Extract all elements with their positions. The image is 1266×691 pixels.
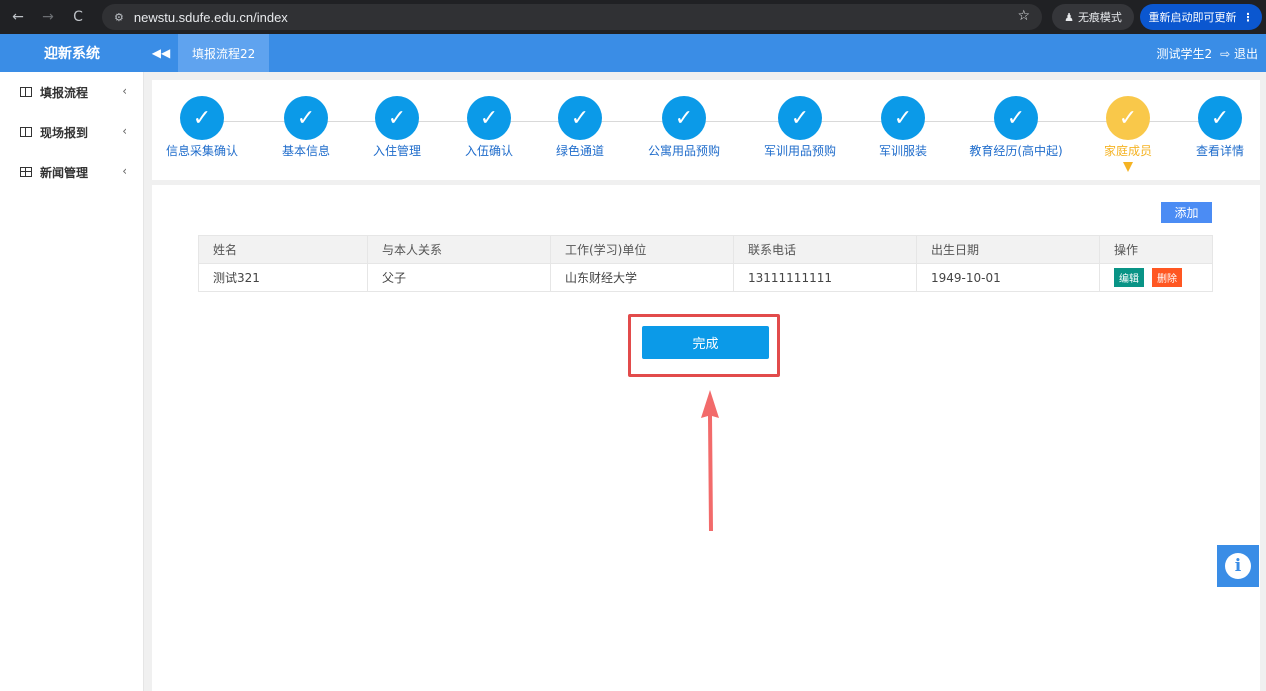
info-button[interactable]: i [1217, 545, 1259, 587]
sidebar-item-fill-process[interactable]: 填报流程 ‹ [0, 72, 143, 112]
check-icon: ✓ [467, 96, 511, 140]
reload-icon[interactable]: C [64, 3, 92, 31]
check-icon: ✓ [375, 96, 419, 140]
cell-birthdate: 1949-10-01 [916, 263, 1100, 292]
back-icon[interactable]: ← [4, 3, 32, 31]
family-table: 姓名 与本人关系 工作(学习)单位 联系电话 出生日期 操作 测试321 父子 … [198, 235, 1213, 292]
progress-steps: ✓ 信息采集确认 ✓ 基本信息 ✓ 入住管理 ✓ 入伍确认 ✓ 绿色通道 ✓ 公… [152, 80, 1260, 180]
url-text: newstu.sdufe.edu.cn/index [133, 9, 288, 25]
step-label: 入伍确认 [464, 144, 513, 158]
check-icon: ✓ [284, 96, 328, 140]
table-row: 测试321 父子 山东财经大学 13111111111 1949-10-01 编… [198, 263, 1213, 292]
check-icon: ✓ [1106, 96, 1150, 140]
edit-button[interactable]: 编辑 [1114, 268, 1144, 287]
relaunch-update-button[interactable]: 重新启动即可更新 ⋮ [1140, 4, 1262, 30]
tab-fill-process[interactable]: 填报流程22 [178, 34, 270, 72]
step-label: 绿色通道 [555, 144, 604, 158]
panel-icon [20, 127, 32, 137]
column-header: 操作 [1099, 235, 1213, 264]
sidebar-item-onsite-checkin[interactable]: 现场报到 ‹ [0, 112, 143, 152]
app-header: 迎新系统 ◀◀ 填报流程22 测试学生2 ⇨ 退出 [0, 34, 1266, 72]
cell-name: 测试321 [198, 263, 368, 292]
chevron-left-icon: ‹ [122, 84, 127, 98]
bookmark-star-icon[interactable]: ☆ [1017, 8, 1030, 24]
check-icon: ✓ [180, 96, 224, 140]
sidebar: 填报流程 ‹ 现场报到 ‹ 新闻管理 ‹ [0, 72, 144, 691]
column-header: 联系电话 [733, 235, 917, 264]
current-step-indicator [1123, 162, 1133, 172]
collapse-sidebar-icon[interactable]: ◀◀ [144, 34, 178, 72]
step-label: 教育经历(高中起) [969, 144, 1063, 158]
address-bar[interactable]: ⚙ newstu.sdufe.edu.cn/index ☆ [102, 4, 1042, 30]
step-view-details[interactable]: ✓ 查看详情 [1165, 96, 1266, 159]
logout-label: 退出 [1233, 46, 1258, 61]
more-menu-icon[interactable]: ⋮ [1243, 11, 1254, 24]
step-label: 入住管理 [372, 144, 421, 158]
logout-link[interactable]: ⇨ 退出 [1220, 45, 1258, 62]
step-education[interactable]: ✓ 教育经历(高中起) [961, 96, 1071, 159]
panel-icon [20, 87, 32, 97]
incognito-label: 无痕模式 [1077, 11, 1122, 24]
cell-relation: 父子 [367, 263, 551, 292]
incognito-icon: ♟ [1064, 10, 1074, 24]
forward-icon[interactable]: → [34, 3, 62, 31]
browser-toolbar: ← → C ⚙ newstu.sdufe.edu.cn/index ☆ ♟ 无痕… [0, 0, 1266, 34]
done-button[interactable]: 完成 [642, 326, 769, 359]
logout-icon: ⇨ [1220, 46, 1231, 61]
step-label: 信息采集确认 [165, 144, 238, 158]
check-icon: ✓ [558, 96, 602, 140]
check-icon: ✓ [881, 96, 925, 140]
check-icon: ✓ [994, 96, 1038, 140]
sidebar-item-news[interactable]: 新闻管理 ‹ [0, 152, 143, 192]
check-icon: ✓ [778, 96, 822, 140]
info-icon: i [1225, 553, 1251, 579]
column-header: 姓名 [198, 235, 368, 264]
check-icon: ✓ [662, 96, 706, 140]
step-label: 家庭成员 [1103, 144, 1152, 158]
step-label: 查看详情 [1195, 144, 1244, 158]
relaunch-label: 重新启动即可更新 [1148, 11, 1237, 24]
sidebar-item-label: 填报流程 [40, 85, 89, 100]
step-military-supplies[interactable]: ✓ 军训用品预购 [745, 96, 855, 159]
user-name[interactable]: 测试学生2 [1156, 45, 1212, 62]
cell-actions: 编辑 删除 [1099, 263, 1213, 292]
table-header-row: 姓名 与本人关系 工作(学习)单位 联系电话 出生日期 操作 [198, 235, 1213, 264]
step-label: 公寓用品预购 [647, 144, 720, 158]
step-military-uniform[interactable]: ✓ 军训服装 [848, 96, 958, 159]
brand-title: 迎新系统 [44, 46, 100, 62]
sidebar-item-label: 现场报到 [40, 125, 89, 140]
grid-icon [20, 167, 32, 177]
add-button[interactable]: 添加 [1161, 202, 1212, 223]
chevron-left-icon: ‹ [122, 164, 127, 178]
column-header: 工作(学习)单位 [550, 235, 734, 264]
incognito-indicator[interactable]: ♟ 无痕模式 [1052, 4, 1134, 30]
step-green-channel[interactable]: ✓ 绿色通道 [525, 96, 635, 159]
step-label: 军训用品预购 [763, 144, 836, 158]
step-dorm-supplies[interactable]: ✓ 公寓用品预购 [629, 96, 739, 159]
delete-button[interactable]: 删除 [1152, 268, 1182, 287]
column-header: 出生日期 [916, 235, 1100, 264]
cell-workplace: 山东财经大学 [550, 263, 734, 292]
cell-phone: 13111111111 [733, 263, 917, 292]
column-header: 与本人关系 [367, 235, 551, 264]
step-label: 军训服装 [878, 144, 927, 158]
site-info-icon[interactable]: ⚙ [114, 11, 124, 24]
chevron-left-icon: ‹ [122, 124, 127, 138]
annotation-arrow [701, 390, 719, 531]
content-area: ✓ 信息采集确认 ✓ 基本信息 ✓ 入住管理 ✓ 入伍确认 ✓ 绿色通道 ✓ 公… [152, 80, 1260, 691]
check-icon: ✓ [1198, 96, 1242, 140]
step-info-collection[interactable]: ✓ 信息采集确认 [147, 96, 257, 159]
step-label: 基本信息 [281, 144, 330, 158]
sidebar-item-label: 新闻管理 [40, 165, 89, 180]
